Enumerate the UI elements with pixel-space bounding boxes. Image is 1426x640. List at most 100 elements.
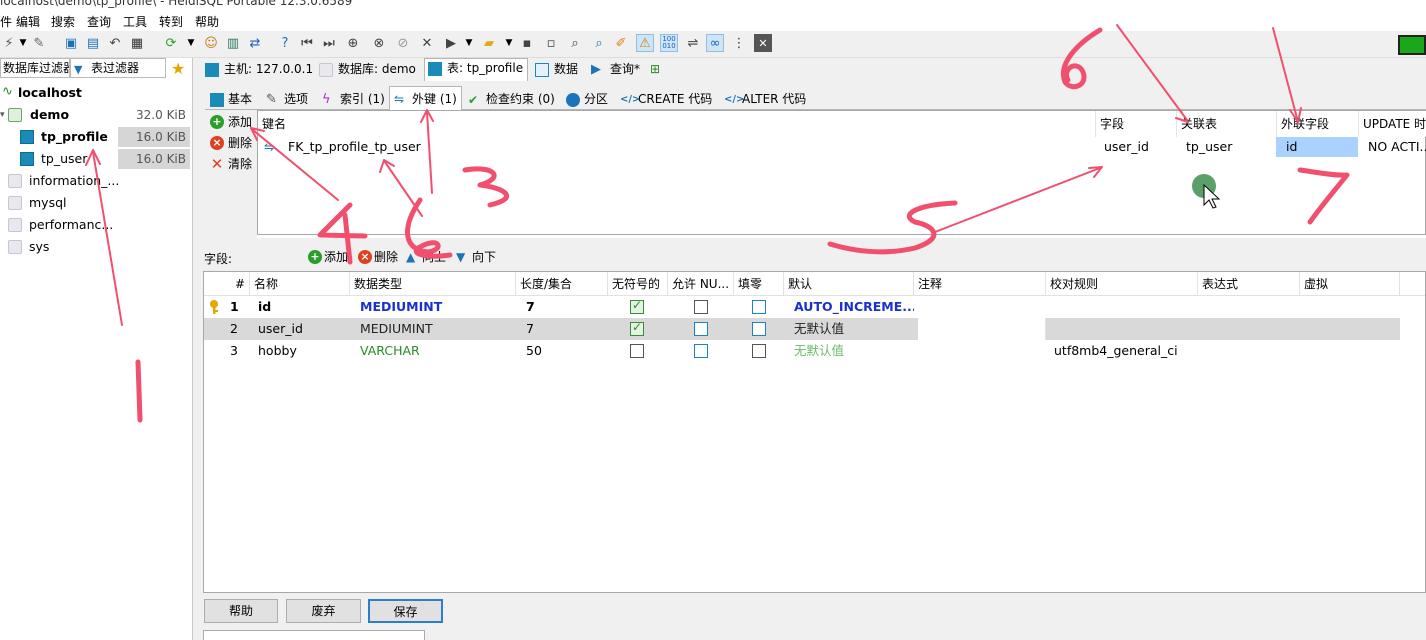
add-field-button[interactable]: + 添加	[308, 248, 348, 266]
foreign-key-field[interactable]: user_id	[1098, 137, 1177, 157]
zerofill-checkbox[interactable]	[752, 322, 766, 336]
move-down-button[interactable]: ▼ 向下	[456, 248, 496, 266]
unsigned-checkbox[interactable]	[630, 344, 644, 358]
menu-query[interactable]: 查询	[87, 13, 111, 30]
menu-edit[interactable]: 编辑	[16, 13, 40, 30]
delete-foreign-key-button[interactable]: × 删除	[208, 133, 252, 153]
format-icon[interactable]: ✐	[612, 34, 630, 52]
collation-cell[interactable]: utf8mb4_general_ci	[1050, 340, 1198, 362]
foreign-key-reference-field[interactable]: id	[1276, 137, 1358, 157]
dropdown-arrow-icon[interactable]: ▼	[500, 34, 518, 52]
binary-icon[interactable]: 100 010	[660, 34, 678, 52]
table-row[interactable]: 3 hobby VARCHAR 50 无默认值 utf8mb4_general_…	[204, 340, 1400, 362]
foreign-key-on-update[interactable]: NO ACTI...	[1362, 137, 1426, 157]
length-cell[interactable]: 7	[522, 318, 608, 340]
comment-cell[interactable]	[918, 340, 1046, 362]
database-filter-input[interactable]: 数据库过滤器	[0, 58, 70, 78]
users-icon[interactable]: ☺	[202, 34, 220, 52]
tab-check-constraints[interactable]: ✔ 检查约束 (0)	[463, 88, 560, 110]
run-icon[interactable]: ▶	[442, 34, 460, 52]
dropdown-arrow-icon[interactable]: ▼	[182, 34, 200, 52]
tab-partitions[interactable]: 分区	[561, 88, 613, 110]
help-button[interactable]: 帮助	[204, 599, 278, 623]
tab-options[interactable]: ✎ 选项	[261, 88, 313, 110]
tab-alter-code[interactable]: </> ALTER 代码	[719, 88, 811, 110]
last-record-icon[interactable]: ⏭	[320, 34, 338, 52]
tree-item-performance-schema[interactable]: performanc...	[0, 214, 192, 236]
unsigned-checkbox[interactable]	[630, 320, 644, 336]
collation-cell[interactable]	[1050, 296, 1198, 318]
column-header-expression[interactable]: 表达式	[1198, 272, 1300, 296]
print-icon[interactable]: ▦	[128, 34, 146, 52]
column-header-datatype[interactable]: 数据类型	[350, 272, 516, 296]
column-header-key-name[interactable]: 键名	[258, 111, 1096, 137]
field-name-cell[interactable]: user_id	[254, 318, 350, 340]
column-header-unsigned[interactable]: 无符号的	[608, 272, 668, 296]
new-query-tab-icon[interactable]: ⊞	[650, 62, 660, 76]
foreign-key-reference-table[interactable]: tp_user	[1180, 137, 1277, 157]
menu-help[interactable]: 帮助	[195, 13, 219, 30]
close-box-icon[interactable]: ✕	[754, 34, 772, 52]
first-record-icon[interactable]: ⏮	[298, 34, 316, 52]
tab-create-code[interactable]: </> CREATE 代码	[615, 88, 717, 110]
delete-field-button[interactable]: × 删除	[358, 248, 398, 266]
folder-icon[interactable]: ▰	[480, 34, 498, 52]
zerofill-checkbox[interactable]	[752, 344, 766, 358]
help-icon[interactable]: ?	[276, 34, 294, 52]
favorite-star-icon[interactable]: ★	[171, 59, 185, 78]
default-cell[interactable]: 无默认值	[790, 318, 914, 340]
undo-icon[interactable]: ↶	[106, 34, 124, 52]
save-file-icon[interactable]: ▪	[518, 34, 536, 52]
tree-item-information-schema[interactable]: information_...	[0, 170, 192, 192]
find-icon[interactable]: ⌕	[566, 34, 584, 52]
move-up-button[interactable]: ▲ 向上	[406, 248, 446, 266]
comment-cell[interactable]	[918, 296, 1046, 318]
dropdown-arrow-icon[interactable]: ▼	[460, 34, 478, 52]
tab-database[interactable]: 数据库: demo	[316, 60, 416, 81]
column-header-foreign-field[interactable]: 外联字段	[1277, 111, 1359, 137]
allow-null-checkbox[interactable]	[694, 300, 708, 314]
copy-icon[interactable]: ▣	[62, 34, 80, 52]
query-tab-strip[interactable]	[203, 630, 425, 640]
explain-icon[interactable]: ▫	[542, 34, 560, 52]
tab-host[interactable]: 主机: 127.0.0.1	[202, 60, 313, 81]
tree-item-sys[interactable]: sys	[0, 236, 192, 258]
zerofill-checkbox[interactable]	[752, 300, 766, 314]
unsigned-checkbox[interactable]	[630, 298, 644, 314]
column-header-length[interactable]: 长度/集合	[516, 272, 608, 296]
column-header-name[interactable]: 名称	[250, 272, 350, 296]
datatype-cell[interactable]: MEDIUMINT	[356, 296, 516, 318]
tree-item-demo[interactable]: ▾ demo 32.0 KiB	[0, 104, 192, 126]
column-header-zerofill[interactable]: 填零	[734, 272, 784, 296]
column-header-collation[interactable]: 校对规则	[1046, 272, 1198, 296]
comment-cell[interactable]	[918, 318, 1046, 340]
field-name-cell[interactable]: id	[254, 296, 350, 318]
add-foreign-key-button[interactable]: + 添加	[208, 112, 252, 132]
tab-basic[interactable]: 基本	[205, 88, 257, 110]
datatype-cell[interactable]: MEDIUMINT	[356, 318, 516, 340]
refresh-icon[interactable]: ⟳	[162, 34, 180, 52]
collation-cell[interactable]	[1050, 318, 1198, 340]
save-button[interactable]: 保存	[368, 599, 443, 623]
tab-query[interactable]: ▶ 查询*	[588, 60, 640, 81]
menu-file[interactable]: 件	[0, 13, 12, 30]
tree-item-mysql[interactable]: mysql	[0, 192, 192, 214]
column-header-field[interactable]: 字段	[1096, 111, 1177, 137]
column-header-allow-null[interactable]: 允许 NU...	[668, 272, 734, 296]
allow-null-checkbox[interactable]	[694, 344, 708, 358]
default-cell[interactable]: AUTO_INCREME...	[790, 296, 914, 318]
column-header-number[interactable]: #	[204, 272, 250, 296]
foreign-key-name[interactable]: FK_tp_profile_tp_user	[282, 137, 1096, 157]
tree-item-tp-user[interactable]: tp_user 16.0 KiB	[0, 148, 192, 170]
column-header-comment[interactable]: 注释	[914, 272, 1046, 296]
datatype-cell[interactable]: VARCHAR	[356, 340, 516, 362]
menu-search[interactable]: 搜索	[51, 13, 75, 30]
menu-goto[interactable]: 转到	[159, 13, 183, 30]
field-name-cell[interactable]: hobby	[254, 340, 350, 362]
column-header-on-update[interactable]: UPDATE 时	[1359, 111, 1426, 137]
link-icon[interactable]: ∞	[706, 34, 724, 52]
plug-icon[interactable]: ✎	[30, 34, 48, 52]
length-cell[interactable]: 50	[522, 340, 608, 362]
tab-indexes[interactable]: ϟ 索引 (1)	[317, 88, 390, 110]
tree-item-localhost[interactable]: ∿ localhost	[0, 82, 192, 104]
